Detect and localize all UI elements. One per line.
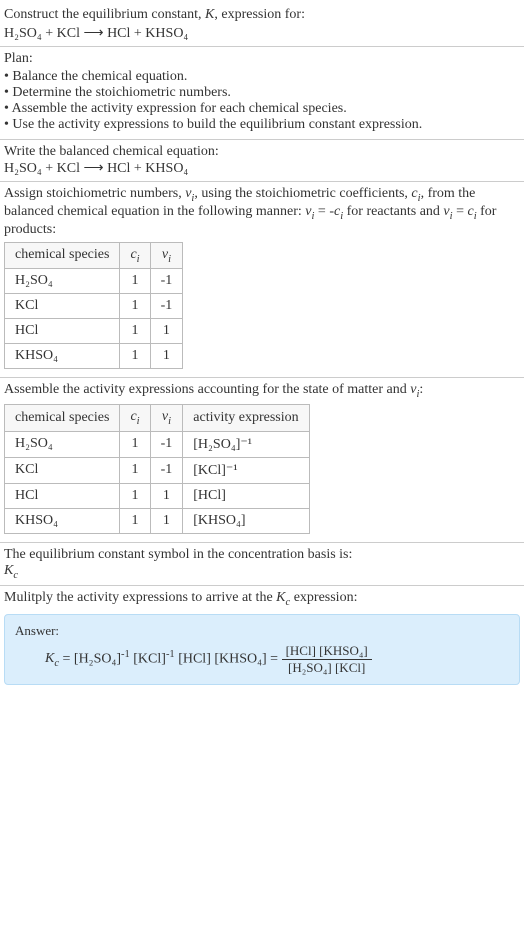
plan-section: Plan: Balance the chemical equation. Det… <box>0 47 524 140</box>
stoich-table: chemical species ci νi H₂SO₄ 1 -1 KCl 1 … <box>4 242 183 370</box>
activity-header: Assemble the activity expressions accoun… <box>4 382 520 400</box>
cell-c: 1 <box>120 483 150 508</box>
kc-symbol-line2: Kc <box>4 563 520 581</box>
activity-section: Assemble the activity expressions accoun… <box>0 378 524 543</box>
stoich-header: Assign stoichiometric numbers, νi, using… <box>4 186 520 238</box>
table-row: KHSO₄ 1 1 <box>5 344 183 369</box>
cell-v: -1 <box>150 269 183 294</box>
kc-symbol-section: The equilibrium constant symbol in the c… <box>0 543 524 586</box>
table-row: H₂SO₄ 1 -1 <box>5 269 183 294</box>
multiply-header: Mulitply the activity expressions to arr… <box>4 590 520 608</box>
prompt-section: Construct the equilibrium constant, K, e… <box>0 0 524 47</box>
cell-v: 1 <box>150 319 183 344</box>
cell-c: 1 <box>120 294 150 319</box>
fraction-numerator: [HCl] [KHSO₄] <box>282 643 372 660</box>
fraction-denominator: [H₂SO₄] [KCl] <box>282 660 372 676</box>
cell-v: -1 <box>150 294 183 319</box>
cell-c: 1 <box>120 269 150 294</box>
activity-table: chemical species ci νi activity expressi… <box>4 404 310 534</box>
plan-item: Assemble the activity expression for eac… <box>4 101 520 117</box>
plan-item: Use the activity expressions to build th… <box>4 117 520 133</box>
cell-species: KHSO₄ <box>5 508 120 533</box>
answer-box: Answer: Kc = [H₂SO₄]-1 [KCl]-1 [HCl] [KH… <box>4 614 520 685</box>
table-row: KHSO₄ 1 1 [KHSO₄] <box>5 508 310 533</box>
table-row: HCl 1 1 <box>5 319 183 344</box>
col-vi: νi <box>150 242 183 269</box>
plan-item: Balance the chemical equation. <box>4 69 520 85</box>
kc-symbol-line1: The equilibrium constant symbol in the c… <box>4 547 520 563</box>
cell-v: 1 <box>150 483 183 508</box>
plan-list: Balance the chemical equation. Determine… <box>4 69 520 133</box>
cell-v: -1 <box>150 431 183 457</box>
plan-item: Determine the stoichiometric numbers. <box>4 85 520 101</box>
answer-label: Answer: <box>15 623 509 639</box>
table-header-row: chemical species ci νi activity expressi… <box>5 405 310 432</box>
table-row: KCl 1 -1 <box>5 294 183 319</box>
stoich-section: Assign stoichiometric numbers, νi, using… <box>0 182 524 378</box>
cell-expr: [HCl] <box>183 483 309 508</box>
cell-species: KHSO₄ <box>5 344 120 369</box>
cell-species: HCl <box>5 319 120 344</box>
cell-c: 1 <box>120 508 150 533</box>
col-expr: activity expression <box>183 405 309 432</box>
col-vi: νi <box>150 405 183 432</box>
cell-c: 1 <box>120 319 150 344</box>
table-header-row: chemical species ci νi <box>5 242 183 269</box>
table-row: KCl 1 -1 [KCl]⁻¹ <box>5 457 310 483</box>
cell-expr: [KHSO₄] <box>183 508 309 533</box>
prompt-equation: H₂SO₄ + KCl ⟶ HCl + KHSO₄ <box>4 25 520 42</box>
cell-species: H₂SO₄ <box>5 431 120 457</box>
cell-v: 1 <box>150 508 183 533</box>
cell-expr: [H₂SO₄]⁻¹ <box>183 431 309 457</box>
col-ci: ci <box>120 405 150 432</box>
answer-equation: Kc = [H₂SO₄]-1 [KCl]-1 [HCl] [KHSO₄] = [… <box>15 643 509 676</box>
balanced-header: Write the balanced chemical equation: <box>4 144 520 160</box>
cell-species: H₂SO₄ <box>5 269 120 294</box>
cell-v: 1 <box>150 344 183 369</box>
plan-header: Plan: <box>4 51 520 67</box>
cell-species: KCl <box>5 457 120 483</box>
table-row: H₂SO₄ 1 -1 [H₂SO₄]⁻¹ <box>5 431 310 457</box>
multiply-section: Mulitply the activity expressions to arr… <box>0 586 524 695</box>
cell-c: 1 <box>120 344 150 369</box>
col-species: chemical species <box>5 242 120 269</box>
answer-fraction: [HCl] [KHSO₄] [H₂SO₄] [KCl] <box>282 643 372 676</box>
col-species: chemical species <box>5 405 120 432</box>
balanced-section: Write the balanced chemical equation: H₂… <box>0 140 524 182</box>
table-row: HCl 1 1 [HCl] <box>5 483 310 508</box>
cell-expr: [KCl]⁻¹ <box>183 457 309 483</box>
cell-v: -1 <box>150 457 183 483</box>
balanced-equation: H₂SO₄ + KCl ⟶ HCl + KHSO₄ <box>4 160 520 177</box>
cell-c: 1 <box>120 457 150 483</box>
cell-species: HCl <box>5 483 120 508</box>
prompt-line1: Construct the equilibrium constant, K, e… <box>4 4 520 25</box>
cell-species: KCl <box>5 294 120 319</box>
cell-c: 1 <box>120 431 150 457</box>
col-ci: ci <box>120 242 150 269</box>
